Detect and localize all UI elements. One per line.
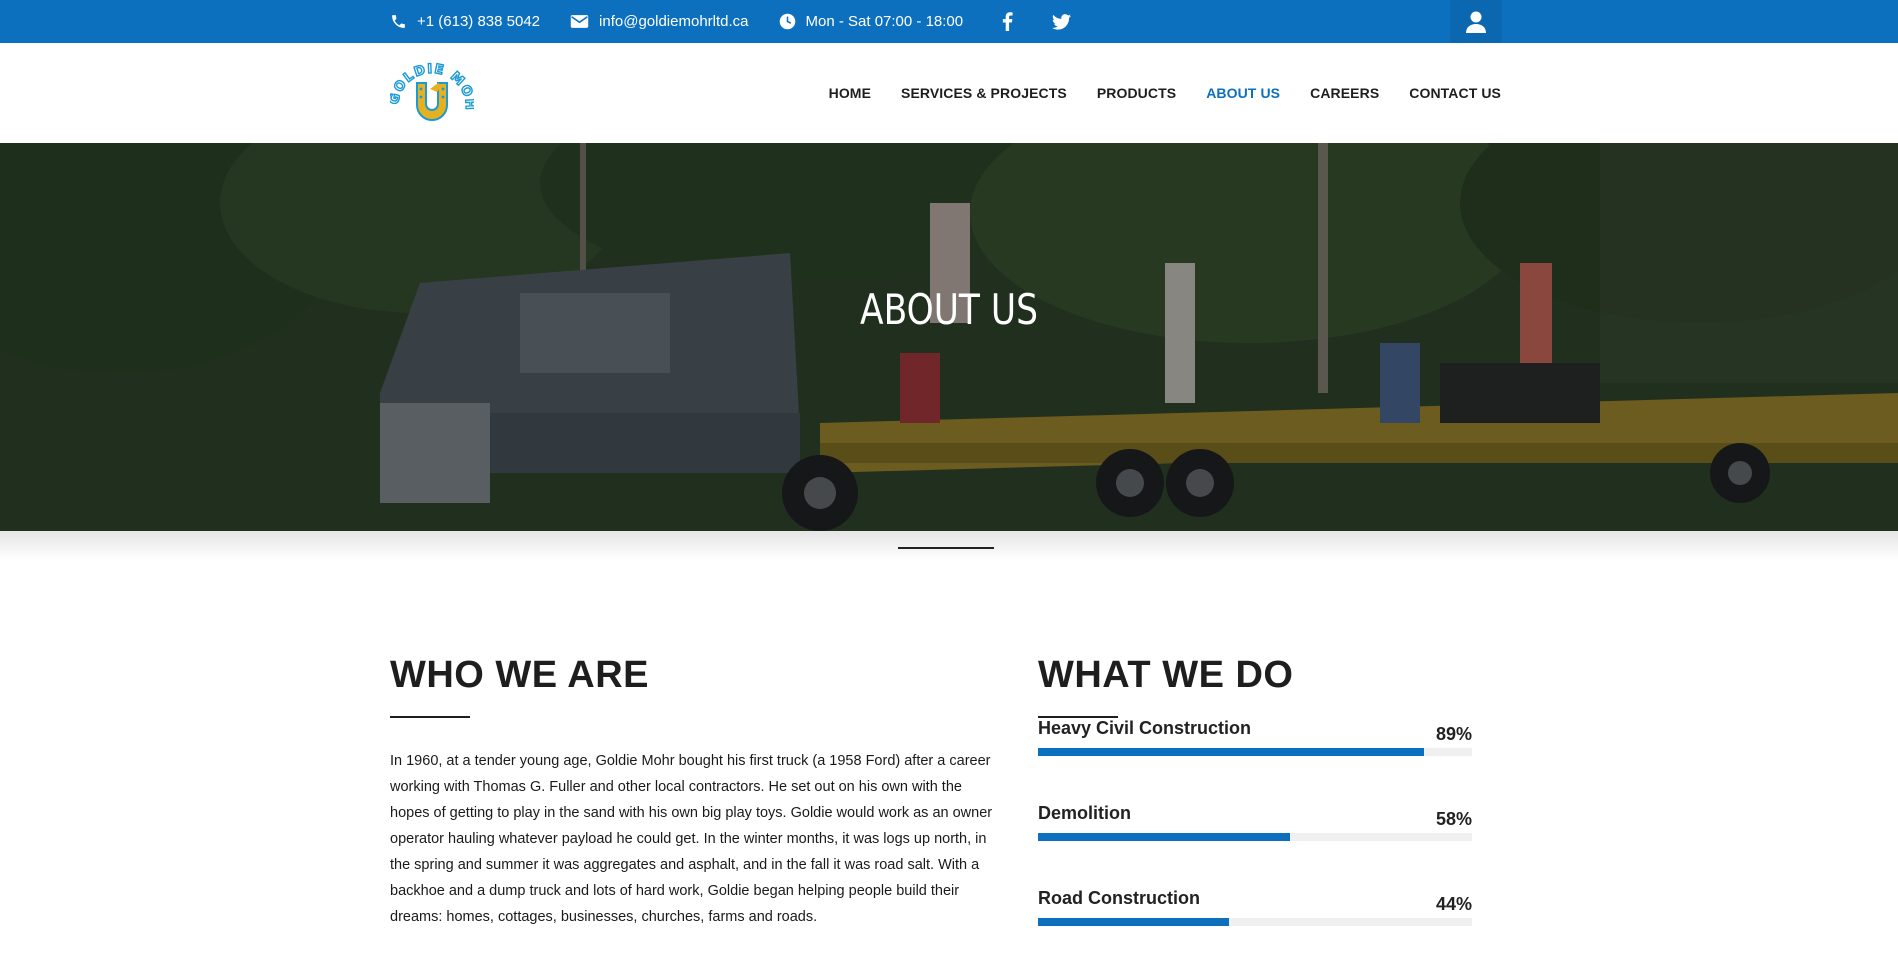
skill-bar-demolition: Demolition 58% [1038, 803, 1472, 888]
phone-icon [392, 15, 405, 28]
nav-products[interactable]: PRODUCTS [1097, 85, 1176, 101]
skill-bar-road-construction: Road Construction 44% [1038, 888, 1472, 973]
email-address: info@goldiemohrltd.ca [599, 13, 749, 30]
twitter-icon[interactable] [1047, 8, 1075, 36]
skill-percent: 89% [1435, 724, 1472, 744]
top-contact-bar: +1 (613) 838 5042 info@goldiemohrltd.ca … [0, 0, 1898, 43]
envelope-icon [570, 15, 589, 28]
hero-shadow [0, 531, 1898, 561]
facebook-icon[interactable] [993, 8, 1021, 36]
skill-track [1038, 748, 1472, 756]
skill-fill [1038, 748, 1425, 756]
skill-track [1038, 833, 1472, 841]
skill-label: Road Construction [1038, 888, 1200, 908]
page-title: ABOUT US [860, 285, 1038, 334]
skill-fill [1038, 833, 1290, 841]
skill-percent: 44% [1435, 894, 1472, 914]
hero-overlay [0, 143, 1898, 531]
nav-contact-us[interactable]: CONTACT US [1409, 85, 1501, 101]
social-links [993, 8, 1101, 36]
skill-fill [1038, 918, 1229, 926]
what-we-do-section: WHAT WE DO Heavy Civil Construction 89% … [1038, 650, 1472, 973]
user-account-button[interactable] [1450, 0, 1502, 43]
opening-hours: Mon - Sat 07:00 - 18:00 [779, 10, 964, 34]
skill-label: Heavy Civil Construction [1038, 718, 1252, 738]
nav-about-us[interactable]: ABOUT US [1206, 85, 1280, 101]
phone-contact[interactable]: +1 (613) 838 5042 [390, 10, 540, 34]
clock-icon [779, 13, 795, 30]
company-history-text: In 1960, at a tender young age, Goldie M… [390, 753, 993, 925]
user-icon [1466, 11, 1486, 33]
company-logo[interactable]: GOLDIE MOHR LTD [383, 47, 476, 123]
email-contact[interactable]: info@goldiemohrltd.ca [570, 10, 749, 34]
nav-services-projects[interactable]: SERVICES & PROJECTS [901, 85, 1067, 101]
skill-track [1038, 918, 1472, 926]
site-header: GOLDIE MOHR LTD HOME SERVICES & PROJECTS… [0, 43, 1898, 143]
nav-careers[interactable]: CAREERS [1310, 85, 1379, 101]
svg-text:GOLDIE MOHR LTD: GOLDIE MOHR LTD [390, 59, 474, 112]
main-navigation: HOME SERVICES & PROJECTS PRODUCTS ABOUT … [799, 43, 1501, 143]
what-we-do-title: WHAT WE DO [1038, 654, 1294, 696]
hero-banner: ABOUT US [0, 143, 1898, 531]
who-we-are-title: WHO WE ARE [390, 654, 650, 696]
skill-label: Demolition [1038, 803, 1131, 823]
skill-percent: 58% [1435, 809, 1472, 829]
who-title-underline [390, 716, 470, 718]
hours-text: Mon - Sat 07:00 - 18:00 [805, 13, 964, 30]
who-we-are-section: WHO WE ARE In 1960, at a tender young ag… [390, 650, 1005, 930]
phone-number: +1 (613) 838 5042 [417, 13, 541, 30]
nav-home[interactable]: HOME [829, 85, 871, 101]
skill-bar-heavy-civil: Heavy Civil Construction 89% [1038, 718, 1472, 803]
hero-divider [898, 547, 994, 549]
